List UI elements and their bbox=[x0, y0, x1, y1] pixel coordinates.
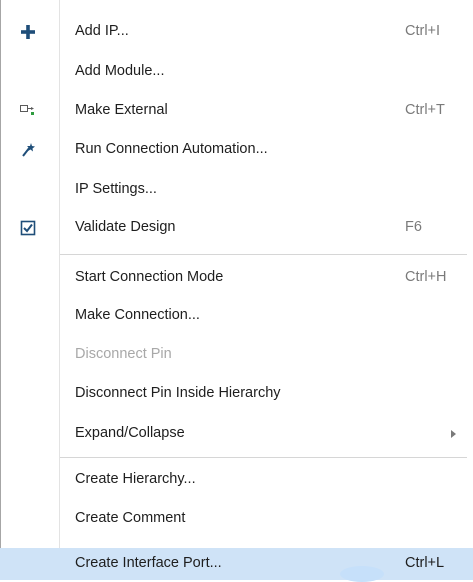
menu-item-create-hierarchy[interactable]: Create Hierarchy... bbox=[0, 464, 473, 496]
menu-item-label: Create Hierarchy... bbox=[75, 471, 196, 487]
menu-item-ip-settings[interactable]: IP Settings... bbox=[0, 174, 473, 206]
menu-item-create-interface-port[interactable]: Create Interface Port... Ctrl+L bbox=[0, 548, 473, 580]
menu-item-shortcut: Ctrl+L bbox=[405, 555, 445, 571]
menu-item-shortcut: Ctrl+I bbox=[405, 23, 441, 39]
menu-item-label: Make Connection... bbox=[75, 307, 200, 323]
menu-item-expand-collapse[interactable]: Expand/Collapse bbox=[0, 418, 473, 450]
menu-item-add-ip[interactable]: Add IP... Ctrl+I bbox=[0, 16, 473, 48]
menu-item-label: Add IP... bbox=[75, 23, 129, 39]
submenu-arrow-icon bbox=[451, 430, 456, 438]
make-external-icon bbox=[18, 101, 38, 121]
menu-item-shortcut: Ctrl+H bbox=[405, 269, 447, 285]
menu-item-label: Start Connection Mode bbox=[75, 269, 224, 285]
menu-item-run-connection-automation[interactable]: Run Connection Automation... bbox=[0, 134, 473, 166]
menu-item-disconnect-pin: Disconnect Pin bbox=[0, 339, 473, 371]
menu-item-label: Disconnect Pin bbox=[75, 346, 172, 362]
menu-item-start-connection-mode[interactable]: Start Connection Mode Ctrl+H bbox=[0, 262, 473, 294]
menu-item-label: Run Connection Automation... bbox=[75, 141, 268, 157]
menu-item-label: Expand/Collapse bbox=[75, 425, 185, 441]
menu-item-label: Validate Design bbox=[75, 219, 176, 235]
menu-item-label: IP Settings... bbox=[75, 181, 157, 197]
menu-item-label: Add Module... bbox=[75, 63, 165, 79]
menu-item-shortcut: F6 bbox=[405, 219, 422, 235]
context-menu: Add IP... Ctrl+I Add Module... Make Exte… bbox=[0, 0, 473, 582]
menu-separator bbox=[60, 457, 467, 458]
validate-checkbox-icon bbox=[18, 218, 38, 238]
menu-item-disconnect-pin-inside-hierarchy[interactable]: Disconnect Pin Inside Hierarchy bbox=[0, 378, 473, 410]
menu-item-label: Disconnect Pin Inside Hierarchy bbox=[75, 385, 281, 401]
menu-separator bbox=[60, 254, 467, 255]
menu-item-shortcut: Ctrl+T bbox=[405, 102, 445, 118]
menu-item-label: Create Interface Port... bbox=[75, 555, 222, 571]
menu-item-label: Make External bbox=[75, 102, 168, 118]
menu-item-add-module[interactable]: Add Module... bbox=[0, 56, 473, 88]
menu-item-label: Create Comment bbox=[75, 510, 186, 526]
plus-icon bbox=[18, 22, 38, 42]
menu-item-make-external[interactable]: Make External Ctrl+T bbox=[0, 95, 473, 127]
menu-item-validate-design[interactable]: Validate Design F6 bbox=[0, 212, 473, 244]
menu-item-create-comment[interactable]: Create Comment bbox=[0, 503, 473, 535]
menu-item-make-connection[interactable]: Make Connection... bbox=[0, 300, 473, 332]
magic-wand-icon bbox=[18, 140, 38, 160]
